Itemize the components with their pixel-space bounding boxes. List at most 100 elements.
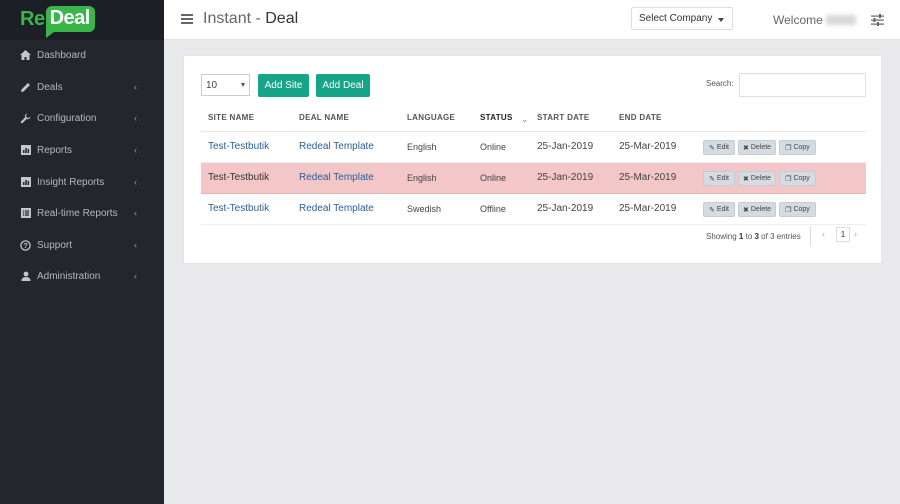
site-name-link[interactable]: Test-Testbutik (208, 172, 269, 183)
language-cell: English (407, 142, 437, 152)
info-of: of 3 entries (758, 232, 801, 241)
copy-label: Copy (793, 206, 810, 213)
deal-name-link[interactable]: Redeal Template (299, 172, 374, 183)
sidebar-item-label: Insight Reports (37, 176, 105, 188)
site-name-link[interactable]: Test-Testbutik (208, 203, 269, 214)
top-bar: Instant - Deal Select Company Welcome (164, 0, 900, 40)
chevron-left-icon: ‹ (134, 145, 137, 155)
welcome-label: Welcome (773, 13, 823, 27)
deal-name-link[interactable]: Redeal Template (299, 141, 374, 152)
copy-button[interactable]: ❐ Copy (779, 202, 816, 217)
sort-desc-icon[interactable]: ⌄ (521, 114, 529, 125)
start-date-cell: 25-Jan-2019 (537, 172, 594, 183)
list-alt-icon (20, 208, 31, 219)
chevron-left-icon: ‹ (134, 82, 137, 92)
column-header-deal-name[interactable]: DEAL NAME (299, 113, 349, 122)
current-page-button[interactable]: 1 (836, 227, 850, 242)
add-deal-button[interactable]: Add Deal (316, 74, 370, 97)
edit-icon: ✎ (709, 206, 715, 214)
copy-label: Copy (793, 144, 810, 151)
column-header-site-name[interactable]: SITE NAME (208, 113, 254, 122)
sidebar-item-label: Deals (37, 81, 63, 93)
column-header-status[interactable]: STATUS (480, 113, 513, 122)
sidebar-item-reports[interactable]: Reports ‹ (0, 138, 164, 162)
pencil-icon (20, 82, 31, 93)
page-title: Instant - Deal (203, 10, 298, 28)
search-input[interactable] (739, 73, 866, 97)
end-date-cell: 25-Mar-2019 (619, 203, 677, 214)
sidebar-item-insight-reports[interactable]: Insight Reports ‹ (0, 170, 164, 194)
start-date-cell: 25-Jan-2019 (537, 203, 594, 214)
column-header-language[interactable]: LANGUAGE (407, 113, 455, 122)
copy-icon: ❐ (785, 206, 792, 214)
copy-label: Copy (793, 175, 810, 182)
table-row: Test-Testbutik Redeal Template Swedish O… (201, 194, 866, 225)
hamburger-menu-icon[interactable] (181, 14, 193, 24)
sidebar-item-label: Configuration (37, 112, 97, 124)
language-cell: English (407, 173, 437, 183)
site-name-link[interactable]: Test-Testbutik (208, 141, 269, 152)
delete-label: Delete (750, 206, 772, 213)
copy-icon: ❐ (785, 175, 792, 183)
prev-page-button[interactable]: ‹ (822, 229, 825, 239)
select-company-dropdown[interactable]: Select Company (631, 7, 733, 30)
page-title-prefix: Instant - (203, 10, 266, 27)
deal-name-link[interactable]: Redeal Template (299, 203, 374, 214)
edit-button[interactable]: ✎ Edit (703, 171, 735, 186)
delete-button[interactable]: ✖ Delete (738, 202, 776, 217)
bar-chart-icon (20, 177, 31, 188)
caret-down-icon (718, 18, 724, 22)
sidebar-item-administration[interactable]: Administration ‹ (0, 264, 164, 288)
sidebar-item-label: Reports (37, 144, 73, 156)
sidebar-item-deals[interactable]: Deals ‹ (0, 75, 164, 99)
next-page-button[interactable]: › (854, 229, 857, 239)
close-icon: ✖ (742, 144, 749, 152)
sidebar-item-configuration[interactable]: Configuration ‹ (0, 106, 164, 130)
chevron-left-icon: ‹ (134, 208, 137, 218)
edit-label: Edit (716, 206, 729, 213)
chevron-left-icon: ‹ (134, 240, 137, 250)
start-date-cell: 25-Jan-2019 (537, 141, 594, 152)
blurred-user-name (825, 15, 856, 25)
delete-button[interactable]: ✖ Delete (738, 171, 776, 186)
copy-button[interactable]: ❐ Copy (779, 140, 816, 155)
bar-chart-icon (20, 145, 31, 156)
logo-area: Re Deal (0, 0, 164, 40)
status-cell: Online (480, 173, 507, 183)
end-date-cell: 25-Mar-2019 (619, 172, 677, 183)
column-header-start-date[interactable]: START DATE (537, 113, 589, 122)
close-icon: ✖ (742, 206, 749, 214)
redeal-logo[interactable]: Re Deal (20, 5, 95, 38)
sidebar: Re Deal Dashboard Deals ‹ Configuration ‹… (0, 0, 164, 504)
question-circle-icon: ? (20, 239, 31, 251)
table-row-highlighted: Test-Testbutik Redeal Template English O… (201, 163, 866, 194)
sidebar-item-real-time-reports[interactable]: Real-time Reports ‹ (0, 201, 164, 225)
sidebar-item-label: Administration (37, 270, 101, 282)
sidebar-item-label: Support (37, 239, 73, 251)
sidebar-item-dashboard[interactable]: Dashboard (0, 43, 164, 67)
info-prefix: Showing (706, 232, 739, 241)
sidebar-item-support[interactable]: ? Support ‹ (0, 233, 164, 257)
delete-button[interactable]: ✖ Delete (738, 140, 776, 155)
entries-info: Showing 1 to 3 of 3 entries (706, 232, 801, 241)
home-icon (20, 50, 31, 61)
add-site-button[interactable]: Add Site (258, 74, 309, 97)
sliders-settings-icon[interactable] (871, 13, 884, 26)
status-cell: Online (480, 142, 507, 152)
copy-icon: ❐ (785, 144, 792, 152)
table-row: Test-Testbutik Redeal Template English O… (201, 132, 866, 163)
edit-button[interactable]: ✎ Edit (703, 202, 735, 217)
column-header-end-date[interactable]: END DATE (619, 113, 662, 122)
sidebar-item-label: Dashboard (37, 49, 86, 61)
page-title-main: Deal (265, 10, 299, 27)
end-date-cell: 25-Mar-2019 (619, 141, 677, 152)
delete-label: Delete (750, 175, 772, 182)
copy-button[interactable]: ❐ Copy (779, 171, 816, 186)
deals-table-card: 10 Add Site Add Deal Search: SITE NAME D… (183, 55, 882, 264)
logo-prefix: Re (20, 7, 45, 30)
chevron-left-icon: ‹ (134, 113, 137, 123)
page-size-select[interactable]: 10 (201, 74, 250, 96)
edit-button[interactable]: ✎ Edit (703, 140, 735, 155)
sidebar-item-label: Real-time Reports (37, 207, 118, 219)
select-company-label: Select Company (639, 13, 713, 24)
